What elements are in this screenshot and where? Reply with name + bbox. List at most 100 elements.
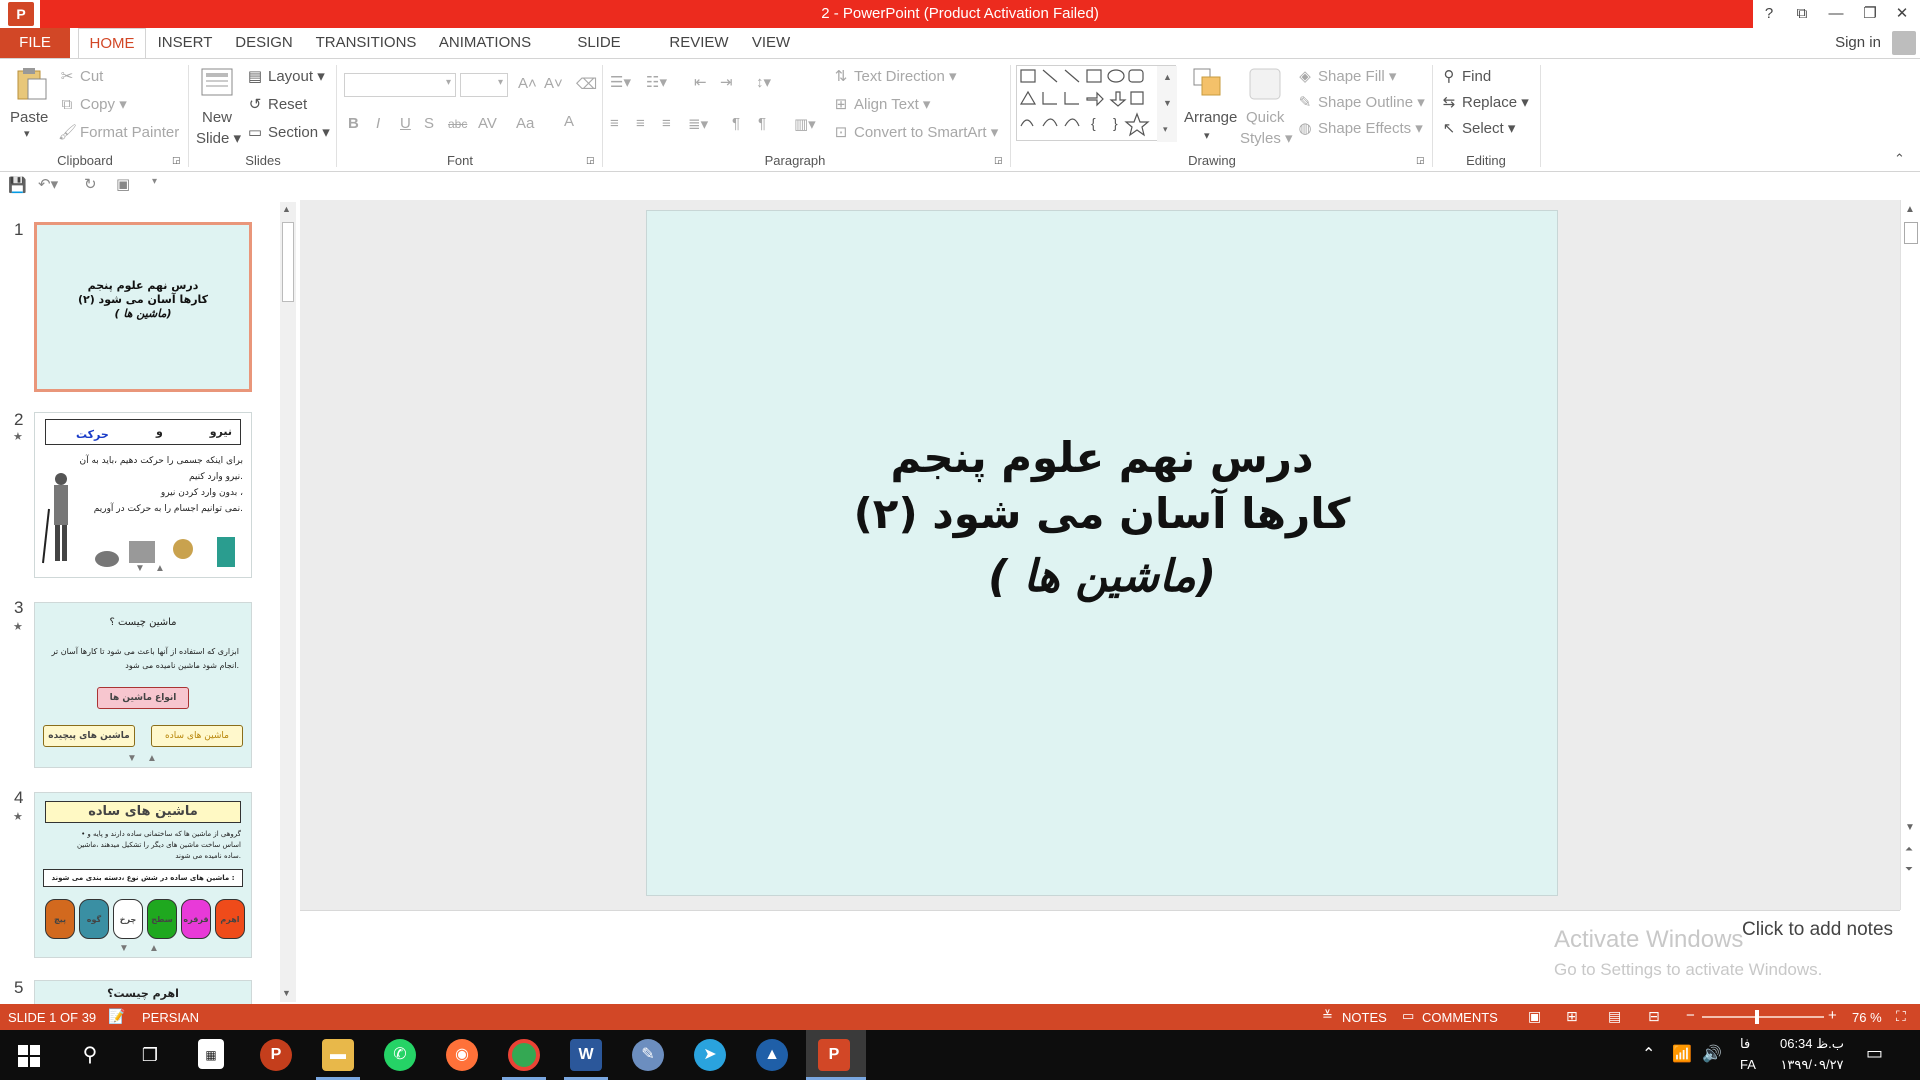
help-button[interactable]: ?	[1755, 2, 1783, 26]
quick-styles-button[interactable]: Styles ▾	[1240, 129, 1293, 147]
tab-design[interactable]: DESIGN	[230, 28, 298, 58]
network-icon[interactable]: 📶	[1672, 1044, 1692, 1064]
comments-button[interactable]: COMMENTS	[1422, 1010, 1498, 1025]
bullets-icon[interactable]: ☰▾	[610, 73, 631, 91]
paragraph-launcher-icon[interactable]: ◲	[994, 155, 1003, 166]
slide-title-line-2[interactable]: کارها آسان می شود (۲)	[647, 489, 1557, 538]
language-indicator[interactable]: PERSIAN	[142, 1010, 199, 1025]
arrange-button[interactable]: Arrange	[1184, 109, 1237, 126]
task-view-icon[interactable]: ❐	[134, 1039, 166, 1071]
tab-insert[interactable]: INSERT	[156, 28, 214, 58]
clock-date[interactable]: ۱۳۹۹/۰۹/۲۷	[1776, 1057, 1848, 1073]
tab-animations[interactable]: ANIMATIONS	[434, 28, 536, 58]
tab-transitions[interactable]: TRANSITIONS	[314, 28, 418, 58]
justify-icon[interactable]: ≣▾	[688, 115, 708, 133]
paste-icon[interactable]	[10, 67, 48, 101]
shape-effects-button[interactable]: ◍ Shape Effects ▾	[1296, 119, 1422, 137]
show-hidden-icons-icon[interactable]: ⌃	[1642, 1044, 1655, 1064]
firefox-icon[interactable]: ◉	[446, 1039, 478, 1071]
thumbnail-slide-3[interactable]: ماشین چیست ؟ ابزاری که استفاده از آنها ب…	[34, 602, 252, 768]
next-slide-icon[interactable]: ⏷	[1905, 864, 1913, 875]
align-right-icon[interactable]: ≡	[662, 115, 671, 132]
decrease-indent-icon[interactable]: ⇤	[694, 73, 707, 91]
font-size-combobox[interactable]: ▾	[460, 73, 508, 97]
paint-icon[interactable]: ✎	[632, 1039, 664, 1071]
quick-styles-label-1[interactable]: Quick	[1246, 109, 1284, 126]
clock-time[interactable]: 06:34 ب.ظ	[1776, 1036, 1848, 1052]
zoom-level[interactable]: 76 %	[1852, 1010, 1882, 1025]
redo-icon[interactable]: ↻	[84, 175, 97, 193]
section-button[interactable]: ▭ Section ▾	[246, 123, 330, 141]
powerpoint-taskbar-icon[interactable]: P	[818, 1039, 850, 1071]
replace-button[interactable]: ⇆ Replace ▾	[1440, 93, 1529, 111]
zoom-slider-track[interactable]	[1702, 1016, 1824, 1018]
layout-button[interactable]: ▤ Layout ▾	[246, 67, 325, 85]
align-text-button[interactable]: ⊞ Align Text ▾	[832, 95, 931, 113]
search-icon[interactable]: ⚲	[74, 1039, 106, 1071]
tab-home[interactable]: HOME	[78, 28, 146, 58]
normal-view-icon[interactable]: ▣	[1528, 1008, 1541, 1025]
font-name-combobox[interactable]: ▾	[344, 73, 456, 97]
copy-button[interactable]: ⧉ Copy ▾	[58, 95, 127, 113]
shape-fill-button[interactable]: ◈ Shape Fill ▾	[1296, 67, 1396, 85]
italic-button[interactable]: I	[376, 115, 380, 132]
shapes-gallery-icon[interactable]: {} ▲ ▼ ▾	[1017, 66, 1177, 142]
save-icon[interactable]: 💾	[8, 176, 27, 194]
thumbnail-slide-5[interactable]: اهرم چیست؟	[34, 980, 252, 1004]
font-name-dropdown-icon[interactable]: ▾	[446, 77, 451, 88]
clear-formatting-icon[interactable]: ⌫	[576, 75, 597, 93]
ribbon-display-options-button[interactable]: ⧉	[1788, 2, 1816, 26]
zoom-out-icon[interactable]: −	[1686, 1007, 1695, 1024]
quick-styles-icon[interactable]	[1246, 67, 1284, 101]
thumbnail-slide-4[interactable]: ماشین های ساده • گروهی از ماشین ها که سا…	[34, 792, 252, 958]
scroll-down-icon[interactable]: ▼	[282, 988, 291, 998]
slide-title-line-1[interactable]: درس نهم علوم پنجم	[647, 433, 1557, 482]
new-slide-icon[interactable]	[198, 67, 236, 101]
notifications-icon[interactable]: ▭	[1866, 1043, 1883, 1064]
format-painter-button[interactable]: 🖌 Format Painter	[58, 123, 179, 141]
scroll-up-icon[interactable]: ▲	[282, 204, 291, 214]
increase-indent-icon[interactable]: ⇥	[720, 73, 733, 91]
telegram-icon[interactable]: ➤	[694, 1039, 726, 1071]
thumbnail-slide-2[interactable]: نیرو و حرکت برای اینکه جسمی را حرکت دهیم…	[34, 412, 252, 578]
reading-view-icon[interactable]: ▤	[1608, 1008, 1621, 1025]
grow-font-button[interactable]: A˄	[518, 75, 537, 92]
text-direction-button[interactable]: ⇅ Text Direction ▾	[832, 67, 957, 85]
windows-start-icon[interactable]	[18, 1045, 40, 1067]
minimize-button[interactable]: —	[1822, 2, 1850, 26]
tab-file[interactable]: FILE	[0, 28, 70, 58]
close-button[interactable]: ✕	[1888, 2, 1916, 26]
rtl-icon[interactable]: ¶	[758, 115, 766, 132]
notes-placeholder[interactable]: Click to add notes	[1742, 919, 1893, 941]
ltr-icon[interactable]: ¶	[732, 115, 740, 132]
spell-check-icon[interactable]: 📝	[108, 1008, 125, 1025]
word-icon[interactable]: W	[570, 1039, 602, 1071]
sign-in-link[interactable]: Sign in	[1830, 28, 1886, 58]
bold-button[interactable]: B	[348, 115, 359, 132]
zoom-slider-thumb[interactable]	[1755, 1010, 1759, 1024]
find-button[interactable]: ⚲ Find	[1440, 67, 1492, 85]
drawing-launcher-icon[interactable]: ◲	[1416, 155, 1425, 166]
fit-to-window-icon[interactable]: ⛶	[1896, 1008, 1906, 1025]
font-size-dropdown-icon[interactable]: ▾	[498, 77, 503, 88]
new-slide-label-1[interactable]: New	[202, 109, 232, 126]
font-launcher-icon[interactable]: ◲	[586, 155, 595, 166]
convert-smartart-button[interactable]: ⊡ Convert to SmartArt ▾	[832, 123, 999, 141]
line-spacing-icon[interactable]: ↕▾	[756, 73, 771, 91]
character-spacing-button[interactable]: AV	[478, 115, 497, 132]
slide-title-line-3[interactable]: ( ماشین ها)	[647, 551, 1557, 602]
start-from-beginning-icon[interactable]: ▣	[116, 175, 130, 193]
shapes-gallery[interactable]: {} ▲ ▼ ▾	[1016, 65, 1177, 142]
undo-icon[interactable]: ↶▾	[38, 175, 58, 193]
editor-scroll-thumb[interactable]	[1904, 222, 1918, 244]
calculator-icon[interactable]: ▦	[198, 1039, 224, 1069]
shape-outline-button[interactable]: ✎ Shape Outline ▾	[1296, 93, 1425, 111]
strikethrough-button[interactable]: abc	[448, 117, 467, 131]
thumbnail-scroll-thumb[interactable]	[282, 222, 294, 302]
cut-button[interactable]: ✂ Cut	[58, 67, 104, 85]
tab-review[interactable]: REVIEW	[662, 28, 736, 58]
notes-icon[interactable]: ≚	[1322, 1008, 1333, 1024]
clipboard-launcher-icon[interactable]: ◲	[172, 155, 181, 166]
slide-show-icon[interactable]: ⊟	[1648, 1008, 1660, 1025]
file-explorer-icon[interactable]: ▬	[322, 1039, 354, 1071]
